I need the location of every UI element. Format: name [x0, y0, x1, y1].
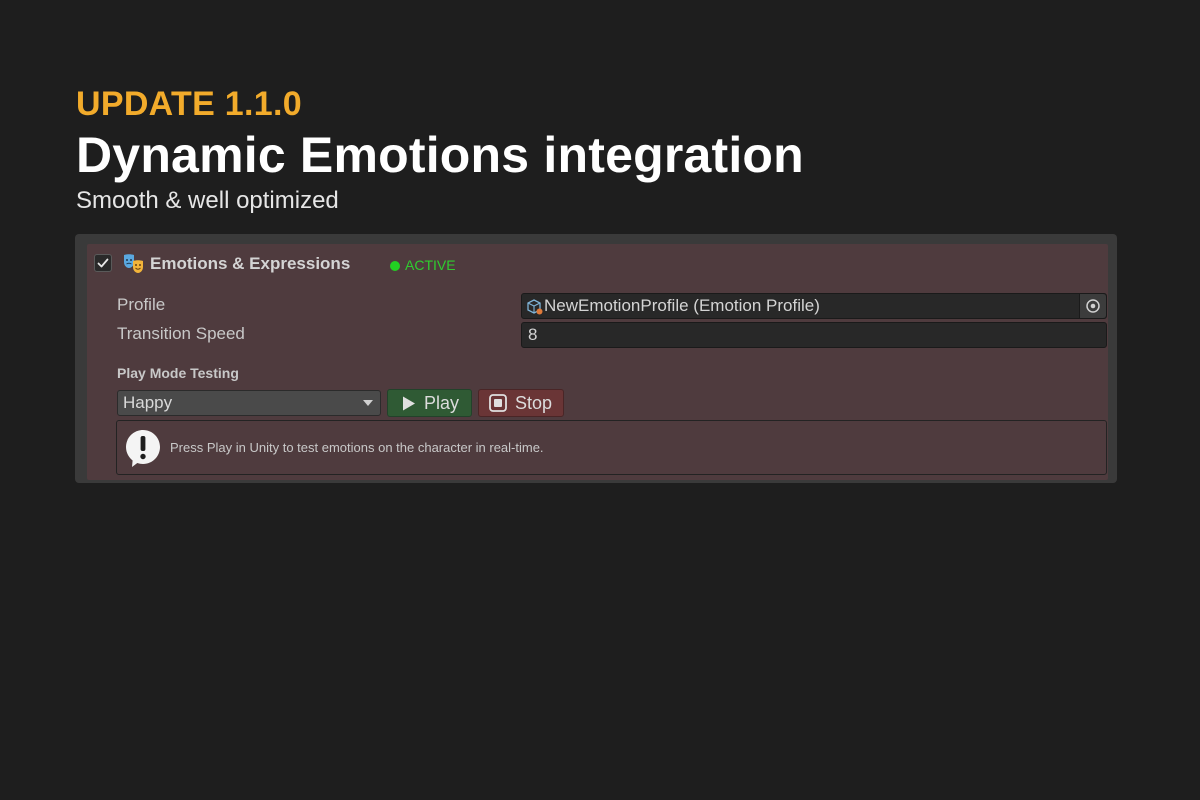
component-body: Emotions & Expressions ACTIVE Profile Ne…	[87, 244, 1108, 480]
play-button-label: Play	[424, 393, 460, 413]
play-mode-section-label: Play Mode Testing	[117, 365, 239, 381]
profile-object-field[interactable]: NewEmotionProfile (Emotion Profile)	[521, 293, 1107, 319]
transition-speed-value: 8	[528, 325, 538, 344]
scriptable-object-icon	[527, 299, 543, 315]
object-picker-button[interactable]	[1079, 294, 1106, 318]
checkmark-icon	[97, 258, 109, 268]
transition-speed-label: Transition Speed	[117, 324, 245, 343]
chevron-down-icon	[363, 400, 373, 406]
status-badge: ACTIVE	[390, 257, 456, 273]
page-title: Dynamic Emotions integration	[76, 127, 804, 183]
help-box: Press Play in Unity to test emotions on …	[116, 420, 1107, 475]
transition-speed-input[interactable]: 8	[521, 322, 1107, 348]
play-button[interactable]: Play	[387, 389, 472, 417]
profile-label: Profile	[117, 295, 166, 314]
update-version-label: UPDATE 1.1.0	[76, 85, 302, 123]
inspector-panel: Emotions & Expressions ACTIVE Profile Ne…	[75, 234, 1117, 483]
warning-icon	[126, 430, 160, 467]
object-picker-icon	[1086, 299, 1100, 313]
component-header: Emotions & Expressions ACTIVE	[94, 250, 694, 280]
help-text: Press Play in Unity to test emotions on …	[170, 440, 544, 455]
profile-value: NewEmotionProfile (Emotion Profile)	[544, 296, 820, 315]
header: UPDATE 1.1.0 Dynamic Emotions integratio…	[76, 84, 804, 216]
component-enabled-checkbox[interactable]	[94, 254, 112, 272]
emotion-dropdown[interactable]: Happy	[117, 390, 381, 416]
stop-button[interactable]: Stop	[478, 389, 564, 417]
theater-masks-icon	[124, 254, 143, 273]
page-subtitle: Smooth & well optimized	[76, 187, 339, 214]
play-icon	[403, 396, 415, 411]
stop-icon	[489, 394, 507, 412]
status-text: ACTIVE	[405, 257, 456, 273]
emotion-dropdown-value: Happy	[123, 393, 173, 412]
status-dot-icon	[390, 261, 400, 271]
stop-button-label: Stop	[515, 393, 553, 413]
component-title: Emotions & Expressions	[150, 254, 351, 273]
